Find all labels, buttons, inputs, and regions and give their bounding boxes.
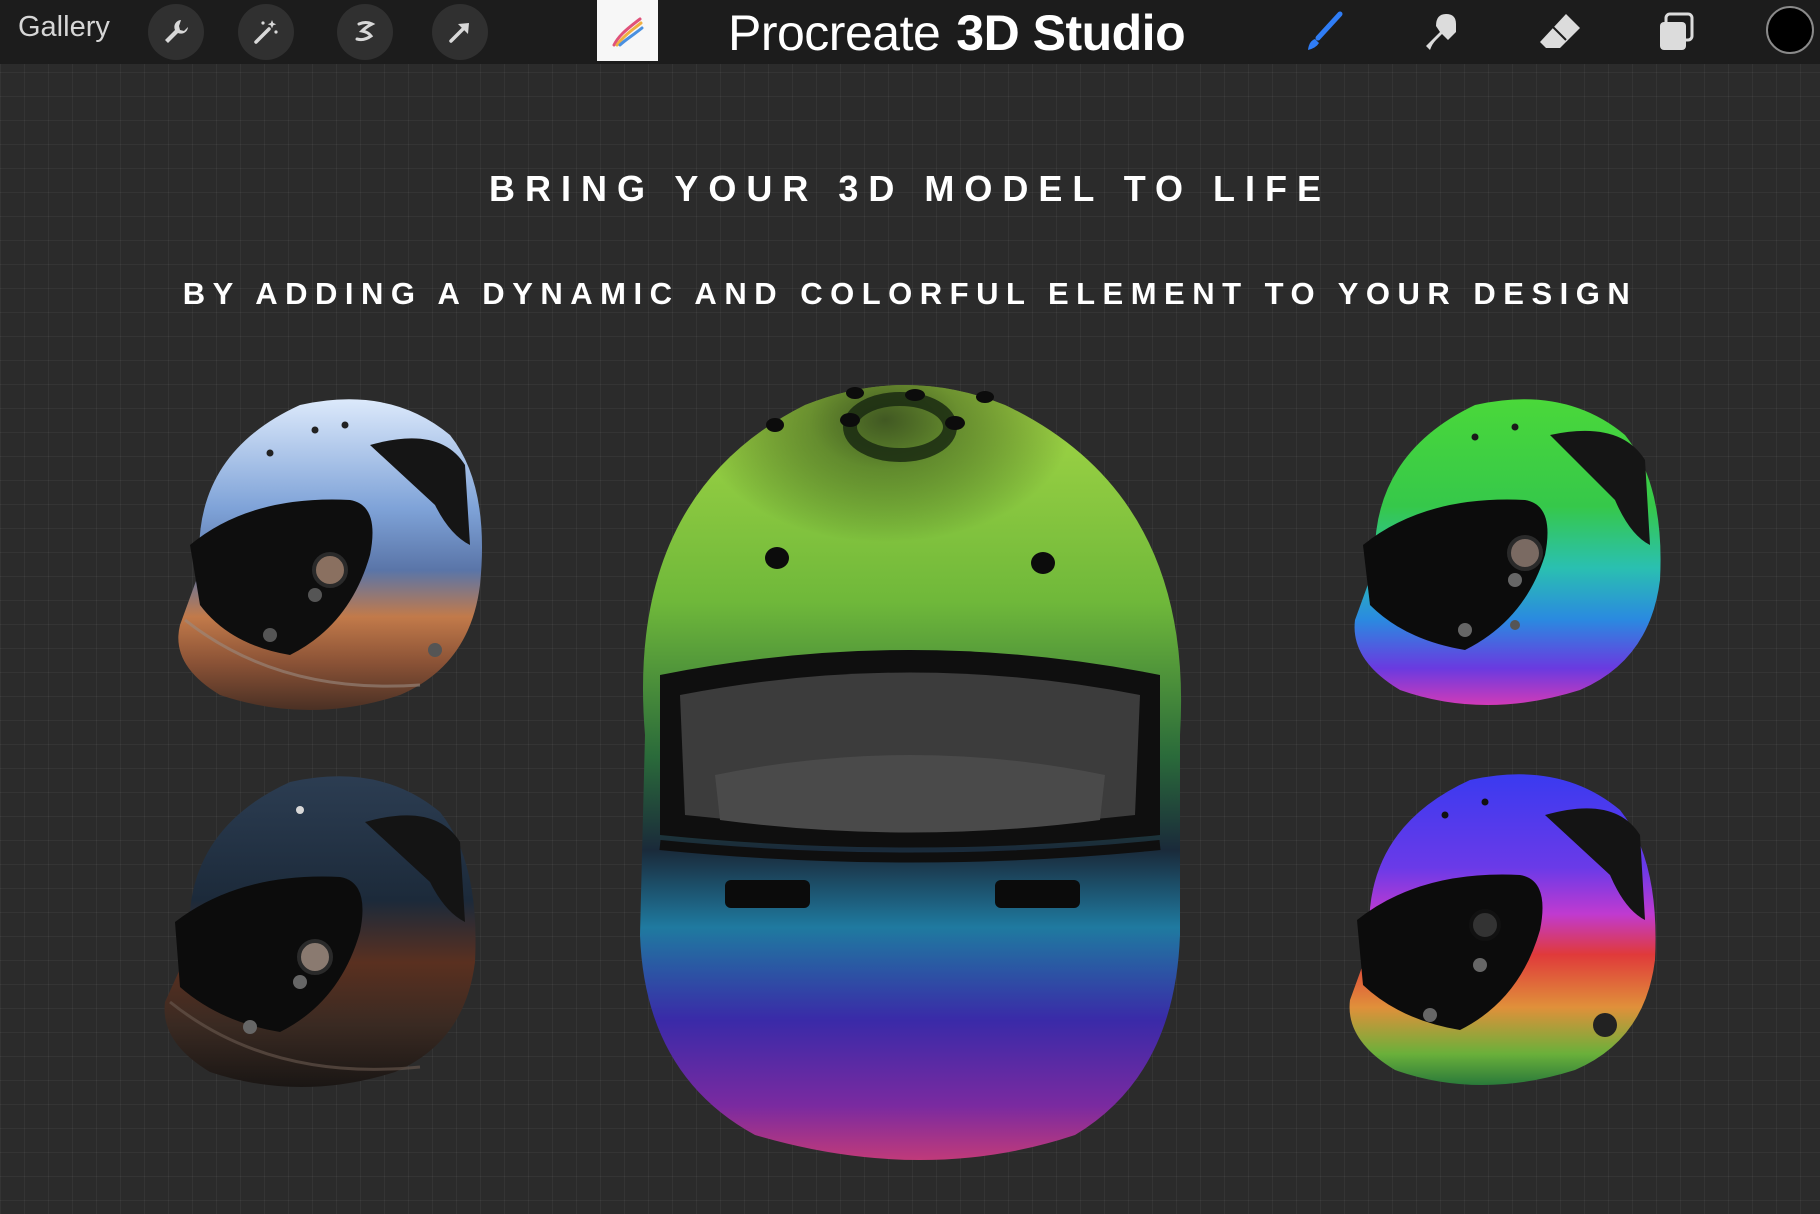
helmet-rainbow-landscape[interactable] — [1335, 770, 1675, 1100]
app-title-secondary: 3D Studio — [956, 5, 1186, 61]
procreate-logo-icon — [612, 17, 643, 46]
magic-wand-icon — [254, 20, 278, 44]
app-title-primary: Procreate — [728, 5, 941, 61]
app-title: Procreate 3D Studio — [728, 4, 1186, 62]
gallery-button[interactable]: Gallery — [18, 10, 110, 44]
arrow-cursor-icon — [449, 23, 469, 43]
smudge-tool-button[interactable] — [1418, 6, 1470, 58]
layers-icon — [1660, 12, 1694, 50]
current-color-swatch[interactable] — [1766, 6, 1814, 54]
helmet-rainbow-gradient[interactable] — [1345, 395, 1675, 715]
brush-icon — [1308, 11, 1343, 50]
canvas[interactable]: Gallery Procreate 3D Studio BRING YOUR 3… — [0, 0, 1820, 1214]
eraser-icon — [1540, 14, 1580, 48]
transform-button[interactable] — [432, 4, 488, 60]
actions-button[interactable] — [148, 4, 204, 60]
helmet-chrome-landscape[interactable] — [160, 395, 500, 725]
subheadline: BY ADDING A DYNAMIC AND COLORFUL ELEMENT… — [182, 276, 1638, 311]
headline: BRING YOUR 3D MODEL TO LIFE — [488, 168, 1332, 209]
selection-button[interactable] — [337, 4, 393, 60]
procreate-logo — [597, 0, 658, 61]
top-toolbar: Gallery Procreate 3D Studio — [0, 0, 1820, 64]
helmet-dark-landscape[interactable] — [150, 772, 500, 1102]
smudge-icon — [1426, 14, 1456, 50]
paint-tool-button[interactable] — [1298, 6, 1350, 58]
adjustments-button[interactable] — [238, 4, 294, 60]
selection-icon — [355, 21, 376, 42]
wrench-icon — [165, 20, 188, 43]
layers-button[interactable] — [1650, 6, 1702, 58]
helmet-tie-dye-main[interactable] — [605, 375, 1215, 1165]
erase-tool-button[interactable] — [1534, 6, 1586, 58]
